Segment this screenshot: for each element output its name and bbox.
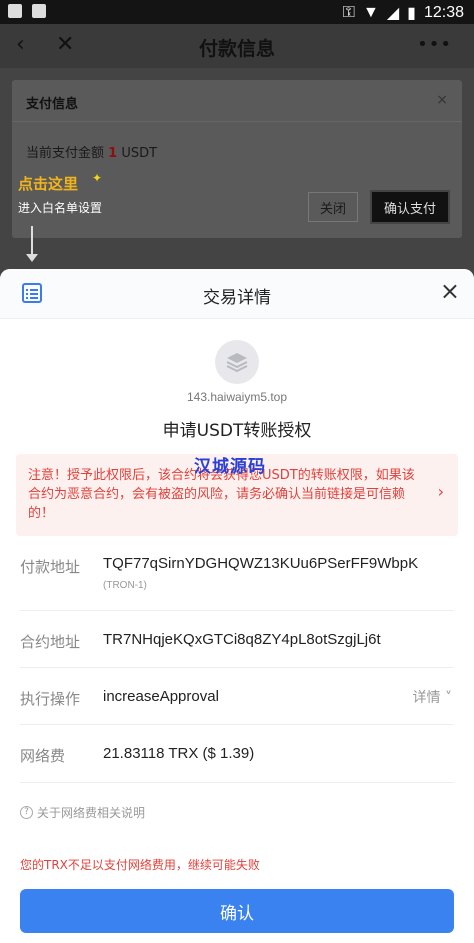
confirm-button[interactable]: 确认	[20, 889, 454, 933]
pay-close-button[interactable]: 关闭	[308, 192, 358, 222]
amount-prefix: 当前支付金额	[26, 146, 109, 161]
click-here-hint: 点击这里	[18, 175, 79, 193]
contract-address: TR7NHqjeKQxGTCi8q8ZY4pL8otSzgjLj6t	[103, 631, 381, 648]
pay-amount-text: 当前支付金额 1 USDT	[26, 142, 157, 161]
sheet-header: 交易详情 ×	[0, 269, 474, 319]
signal-icon: ◢	[386, 5, 400, 22]
amount-value: 1	[108, 146, 118, 161]
sparkle-icon: ✦	[92, 171, 103, 185]
pay-dialog-close-icon[interactable]: ×	[436, 92, 448, 108]
app-header: ‹ ✕ 付款信息 •••	[0, 24, 474, 68]
operation-row: 执行操作 increaseApproval 详情 ˅	[20, 668, 454, 725]
operation-value: increaseApproval	[103, 688, 219, 705]
fee-note-text: 关于网络费相关说明	[37, 806, 146, 820]
transaction-sheet: 交易详情 × 143.haiwaiym5.top 申请USDT转账授权 注意！授…	[0, 269, 474, 943]
layers-icon	[215, 340, 259, 384]
down-arrow-icon	[26, 226, 38, 266]
payer-address-row: 付款地址 TQF77qSirnYDGHQWZ13KUu6PSerFF9WbpK …	[20, 539, 454, 611]
status-time: 12:38	[423, 4, 464, 21]
network-tag: (TRON-1)	[103, 580, 147, 591]
row-label: 执行操作	[20, 690, 81, 708]
contract-address-row: 合约地址 TR7NHqjeKQxGTCi8q8ZY4pL8otSzgjLj6t	[20, 611, 454, 668]
site-domain: 143.haiwaiym5.top	[186, 390, 288, 404]
pay-dialog-title: 支付信息	[26, 97, 79, 112]
fee-note-link[interactable]: ? 关于网络费相关说明	[20, 804, 145, 821]
watermark-text: 汉城源码	[194, 457, 266, 477]
status-bar: ⚿ ▼ ◢ ▮ 12:38	[0, 0, 474, 24]
insufficient-trx-warning: 您的TRX不足以支付网络费用，继续可能失败	[20, 858, 260, 872]
payer-address: TQF77qSirnYDGHQWZ13KUu6PSerFF9WbpK	[103, 555, 419, 572]
sheet-close-icon[interactable]: ×	[440, 279, 460, 303]
row-label: 付款地址	[20, 558, 81, 576]
confirm-pay-button[interactable]: 确认支付	[370, 190, 450, 224]
wifi-icon: ▼	[362, 4, 379, 21]
amount-unit: USDT	[117, 146, 158, 161]
row-label: 合约地址	[20, 633, 81, 651]
details-link[interactable]: 详情 ˅	[413, 687, 452, 707]
network-fee-row: 网络费 21.83118 TRX ($ 1.39)	[20, 725, 454, 783]
sheet-title: 交易详情	[203, 288, 271, 308]
key-icon: ⚿	[342, 4, 355, 21]
page-title: 付款信息	[198, 38, 275, 60]
auth-title: 申请USDT转账授权	[162, 421, 312, 441]
row-label: 网络费	[20, 747, 66, 765]
chevron-right-icon: ›	[437, 482, 444, 501]
whitelist-hint: 进入白名单设置	[18, 201, 103, 215]
question-icon: ?	[20, 806, 33, 819]
cat-app-icon	[8, 4, 22, 18]
battery-icon: ▮	[407, 5, 416, 22]
more-menu-icon[interactable]: •••	[417, 34, 452, 55]
pay-dialog-header	[12, 80, 462, 122]
app-notification-icon	[32, 4, 46, 18]
network-fee-value: 21.83118 TRX ($ 1.39)	[103, 745, 255, 762]
